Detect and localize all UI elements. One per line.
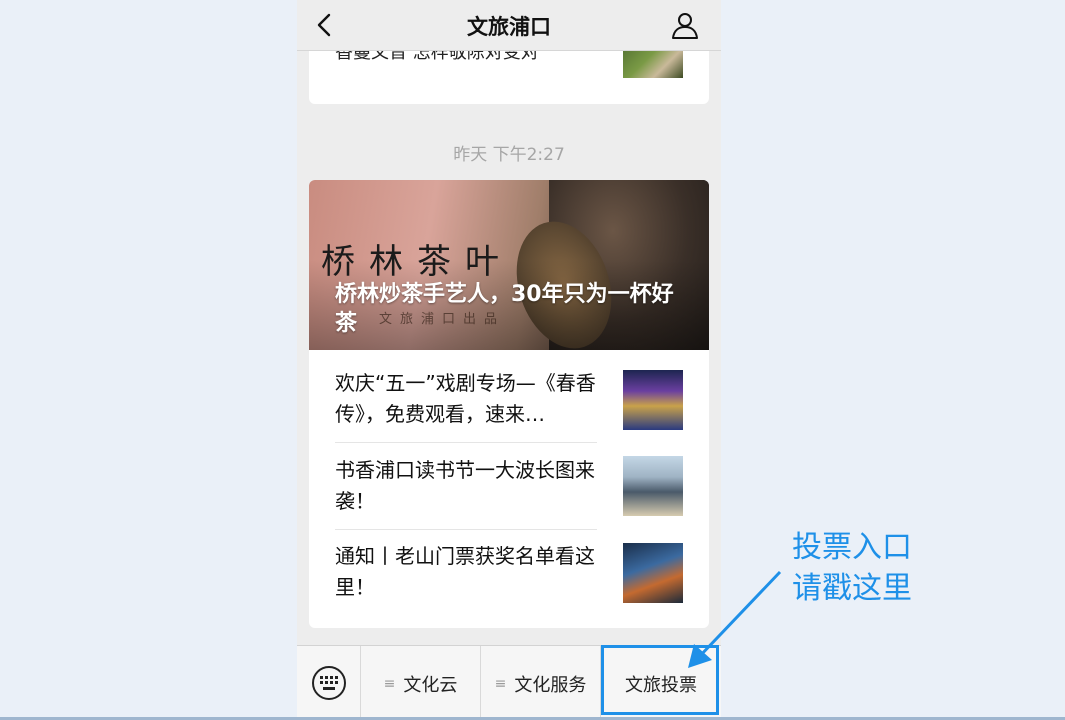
menu-item-label: 文化服务 [514, 674, 587, 696]
divider [335, 442, 597, 443]
cover-article[interactable]: 桥林茶叶 文旅浦口出品 桥林炒茶手艺人，30年只为一杯好茶 [309, 180, 709, 350]
page-title: 文旅浦口 [467, 15, 551, 39]
cover-article-title: 桥林炒茶手艺人，30年只为一杯好茶 [335, 282, 674, 336]
message-timestamp: 昨天 下午2:27 [453, 145, 565, 165]
menu-item-culture-cloud[interactable]: ≡ 文化云 [361, 646, 481, 720]
annotation-callout: 投票入口 请戳这里 [792, 527, 912, 609]
annotation-line-2: 请戳这里 [792, 571, 912, 606]
phone-screen: 文旅浦口 香蔓文晋 怎样敬陈对变对 昨天 下午2:27 桥林茶叶 文旅浦口出品 … [297, 0, 721, 720]
nav-bar: 文旅浦口 [297, 0, 721, 51]
annotation-line-1: 投票入口 [792, 530, 912, 565]
article-list-item[interactable]: 书香浦口读书节一大波长图来袭！ [335, 455, 597, 517]
menu-item-culture-service[interactable]: ≡ 文化服务 [481, 646, 601, 720]
article-card: 桥林茶叶 文旅浦口出品 桥林炒茶手艺人，30年只为一杯好茶 欢庆“五一”戏剧专场… [309, 180, 709, 628]
keyboard-toggle-button[interactable] [297, 646, 361, 720]
divider [335, 529, 597, 530]
article-list-item[interactable]: 通知丨老山门票获奖名单看这里！ [335, 541, 597, 603]
article-thumbnail [623, 543, 683, 603]
menu-list-icon: ≡ [494, 675, 507, 692]
profile-icon[interactable] [671, 11, 699, 39]
article-thumbnail [623, 456, 683, 516]
keyboard-icon [312, 666, 346, 700]
callout-arrow-icon [688, 570, 782, 668]
article-list-item[interactable]: 欢庆“五一”戏剧专场—《春香传》，免费观看，速来… [335, 368, 597, 430]
menu-list-icon: ≡ [383, 675, 396, 692]
cover-calligraphy: 桥林茶叶 [321, 242, 513, 282]
article-thumbnail [623, 370, 683, 430]
menu-item-label: 文化云 [403, 674, 458, 696]
